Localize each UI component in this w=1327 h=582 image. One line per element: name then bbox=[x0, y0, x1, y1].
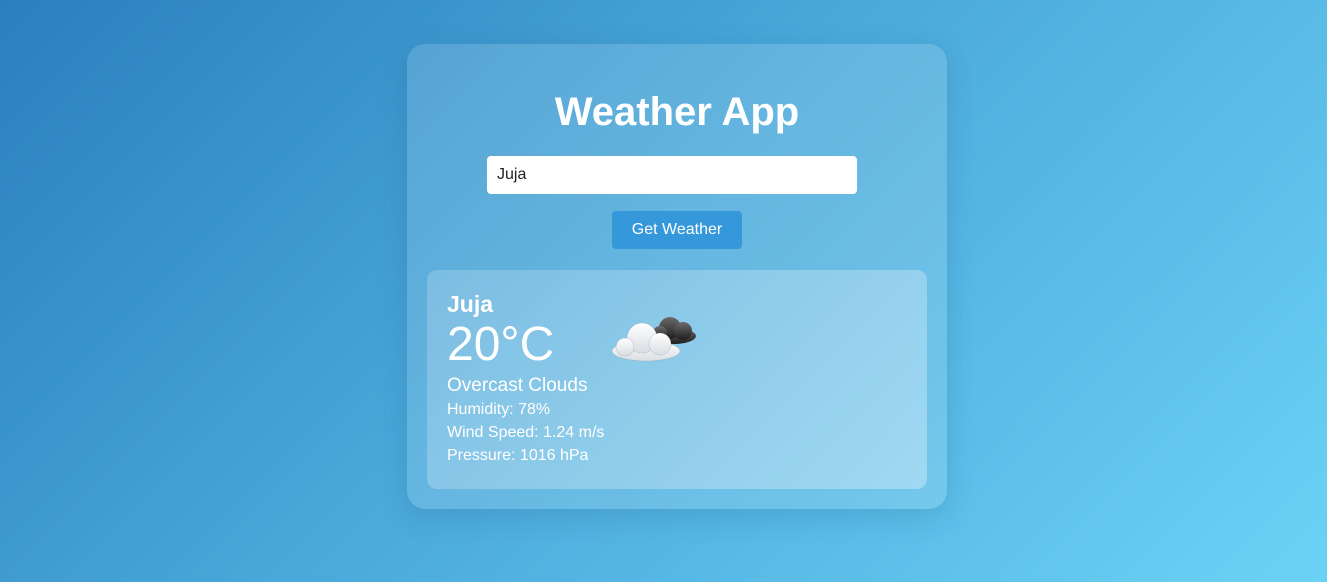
weather-card: Weather App Get Weather Juja 20°C Overca… bbox=[407, 44, 947, 509]
app-title: Weather App bbox=[554, 90, 800, 134]
result-humidity: Humidity: 78% bbox=[447, 401, 551, 418]
weather-details: Juja 20°C Overcast Clouds Humidity: 78% … bbox=[447, 290, 604, 467]
city-search-input[interactable] bbox=[487, 156, 857, 194]
result-pressure: Pressure: 1016 hPa bbox=[447, 447, 589, 464]
get-weather-button[interactable]: Get Weather bbox=[612, 211, 742, 249]
result-city: Juja bbox=[447, 291, 494, 317]
result-temperature: 20°C bbox=[447, 318, 555, 371]
weather-result-panel: Juja 20°C Overcast Clouds Humidity: 78% … bbox=[427, 270, 927, 489]
result-description: Overcast Clouds bbox=[447, 375, 588, 396]
result-wind-speed: Wind Speed: 1.24 m/s bbox=[447, 424, 605, 441]
overcast-clouds-icon bbox=[611, 317, 696, 362]
